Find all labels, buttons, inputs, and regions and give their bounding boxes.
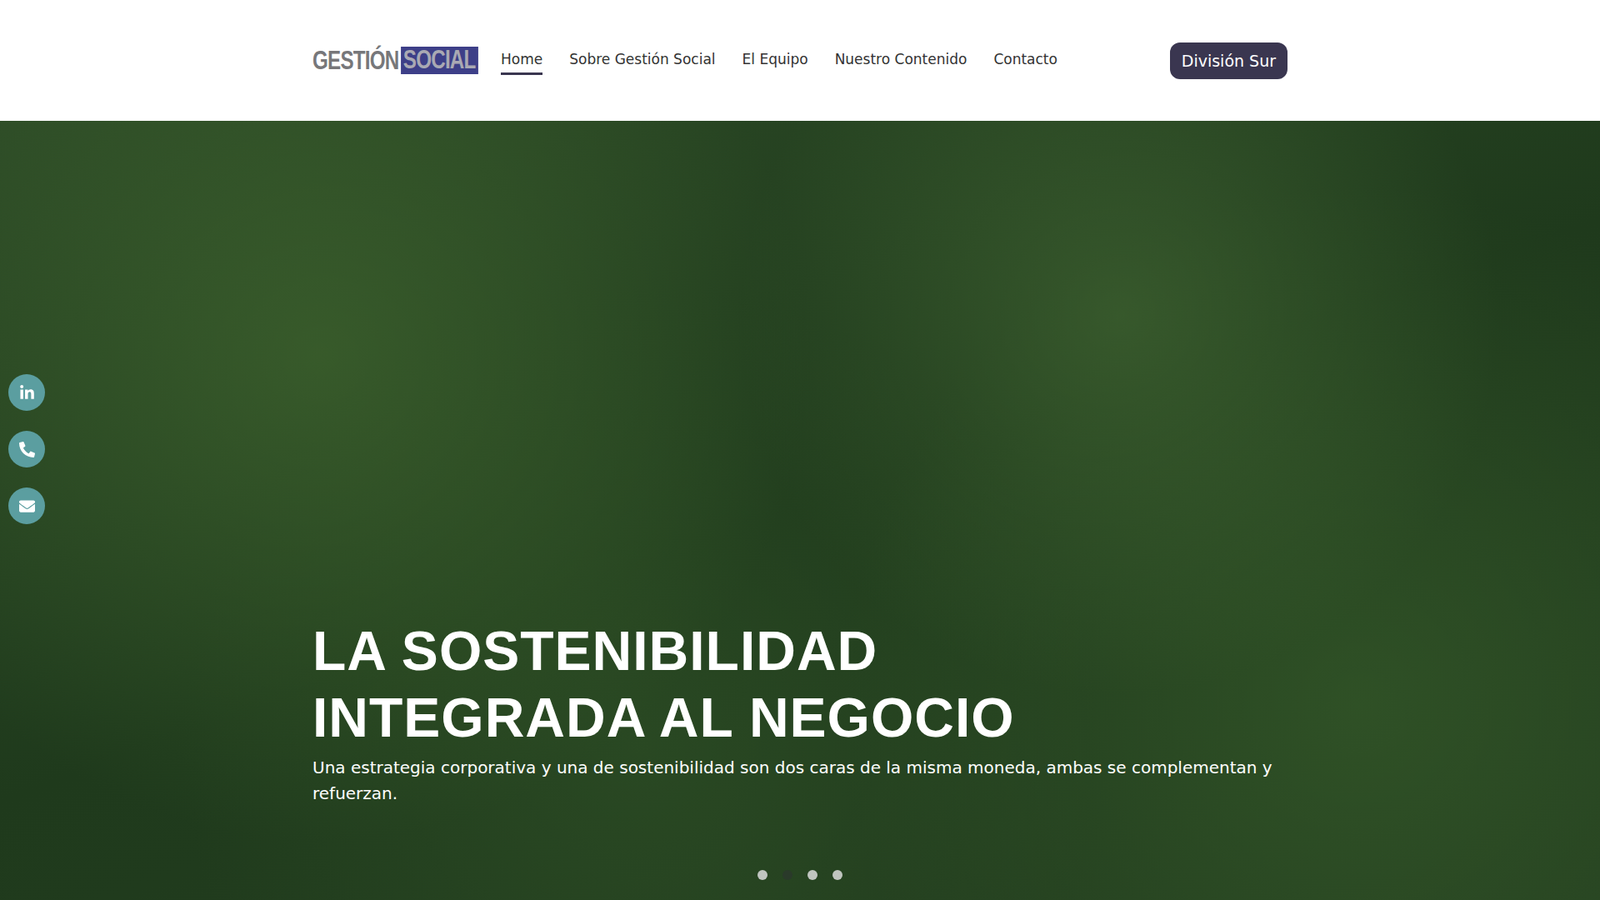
social-bar (8, 374, 45, 525)
hero: LA SOSTENIBILIDADINTEGRADA AL NEGOCIOUna… (0, 120, 1600, 900)
header: GESTIÓNSOCIAL Home Sobre Gestión Social El … (0, 0, 1600, 121)
division-button[interactable]: División Sur (1170, 42, 1288, 80)
page: GESTIÓNSOCIAL Home Sobre Gestión Social El … (0, 0, 1600, 900)
hero-title: LA SOSTENIBILIDADINTEGRADA AL NEGOCIO (312, 617, 1288, 752)
mail-button[interactable] (8, 487, 45, 525)
hero-title-line: LA SOSTENIBILIDAD (312, 617, 1288, 685)
carousel-dot[interactable] (757, 870, 768, 880)
hero-title-line: INTEGRADA AL NEGOCIO (312, 684, 1288, 752)
carousel-dots (312, 870, 1288, 880)
logo-second: SOCIAL (400, 46, 479, 75)
phone-icon (19, 441, 35, 458)
main-nav: Home Sobre Gestión Social El Equipo Nuestro… (500, 45, 1058, 75)
nav-item[interactable]: Contacto (993, 45, 1058, 75)
mail-icon (19, 498, 35, 515)
nav-item[interactable]: Sobre Gestión Social (569, 45, 715, 75)
carousel-dot[interactable] (832, 870, 843, 880)
hero-content: LA SOSTENIBILIDADINTEGRADA AL NEGOCIOUna… (312, 617, 1288, 807)
linkedin-icon (19, 385, 35, 401)
linkedin-button[interactable] (8, 374, 45, 411)
hero-subtitle: Una estrategia corporativa y una de sost… (312, 755, 1288, 807)
nav-item[interactable]: Home (500, 45, 543, 75)
carousel-dot[interactable] (782, 870, 793, 880)
phone-button[interactable] (8, 430, 45, 468)
logo-first: GESTIÓN (312, 45, 399, 76)
carousel-dot[interactable] (807, 870, 818, 880)
nav-item[interactable]: Nuestro Contenido (835, 45, 968, 75)
nav-item[interactable]: El Equipo (742, 45, 809, 75)
logo[interactable]: GESTIÓNSOCIAL (312, 45, 480, 76)
